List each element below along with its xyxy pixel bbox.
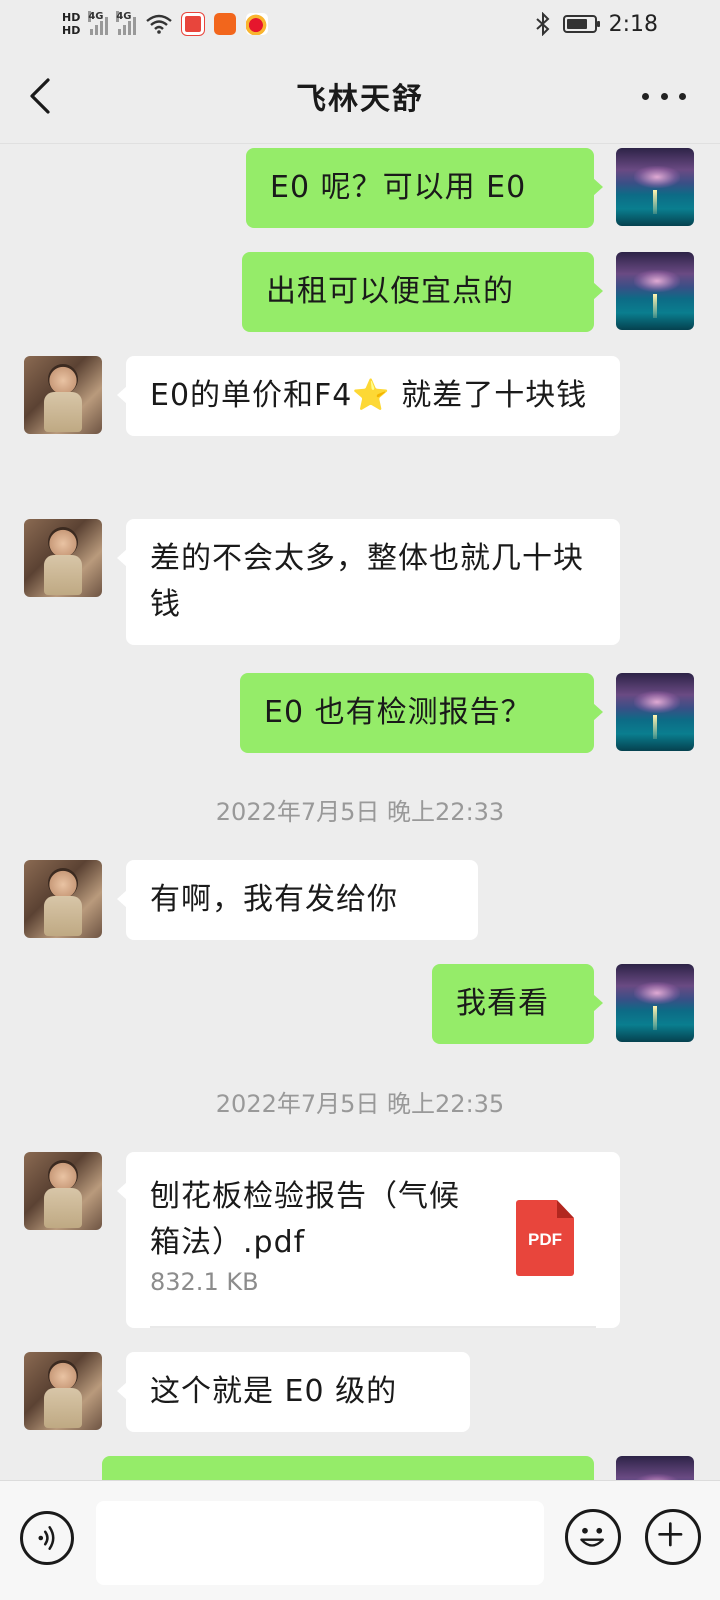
- message-bubble-sent[interactable]: E0 呢？可以用 E0: [246, 148, 603, 228]
- more-functions-button[interactable]: [645, 1509, 701, 1565]
- message-bubble-received[interactable]: 有啊，我有发给你: [117, 860, 478, 940]
- contact-avatar[interactable]: [24, 356, 102, 434]
- message-bubble-sent-partial[interactable]: [102, 1456, 594, 1480]
- my-avatar[interactable]: [616, 673, 694, 751]
- message-input[interactable]: [96, 1501, 544, 1585]
- message-bubble-sent[interactable]: E0 也有检测报告？: [240, 673, 603, 753]
- contact-avatar[interactable]: [24, 860, 102, 938]
- contact-avatar[interactable]: [24, 1352, 102, 1430]
- message-bubble-received[interactable]: 这个就是 E0 级的: [117, 1352, 470, 1432]
- message-bubble-received[interactable]: 差的不会太多，整体也就几十块钱: [117, 519, 620, 645]
- message-text: E0的单价和F4: [150, 378, 353, 413]
- my-avatar[interactable]: [616, 148, 694, 226]
- contact-avatar[interactable]: [24, 519, 102, 597]
- voice-input-button[interactable]: [20, 1511, 74, 1565]
- chat-message-list[interactable]: E0 呢？可以用 E0 出租可以便宜点的 E0的单价和F4⭐ 就差了十块钱 差的…: [0, 0, 720, 1480]
- plus-icon: [658, 1522, 683, 1547]
- message-text: 就差了十块钱: [390, 378, 588, 413]
- emoji-button[interactable]: [565, 1509, 621, 1565]
- my-avatar[interactable]: [616, 252, 694, 330]
- emoji-icon: [580, 1527, 604, 1547]
- pdf-fold-corner: [557, 1200, 574, 1218]
- my-avatar[interactable]: [616, 964, 694, 1042]
- file-message-card[interactable]: 刨花板检验报告（气候箱法）.pdf 832.1 KB PDF: [117, 1152, 620, 1328]
- my-avatar[interactable]: [616, 1456, 694, 1480]
- file-card-divider: [150, 1326, 596, 1328]
- message-timestamp: 2022年7月5日 晚上22:35: [215, 1090, 505, 1118]
- message-bubble-sent[interactable]: 我看看: [432, 964, 603, 1044]
- input-toolbar: [0, 1480, 720, 1600]
- file-name: 刨花板检验报告（气候箱法）.pdf: [150, 1179, 460, 1260]
- message-bubble-sent[interactable]: 出租可以便宜点的: [242, 252, 603, 332]
- message-timestamp: 2022年7月5日 晚上22:33: [215, 798, 505, 826]
- pdf-type-label: PDF: [528, 1230, 562, 1249]
- voice-icon: [38, 1526, 55, 1550]
- contact-avatar[interactable]: [24, 1152, 102, 1230]
- star-emoji-icon: ⭐: [352, 378, 391, 413]
- message-bubble-received[interactable]: E0的单价和F4⭐ 就差了十块钱: [117, 356, 620, 436]
